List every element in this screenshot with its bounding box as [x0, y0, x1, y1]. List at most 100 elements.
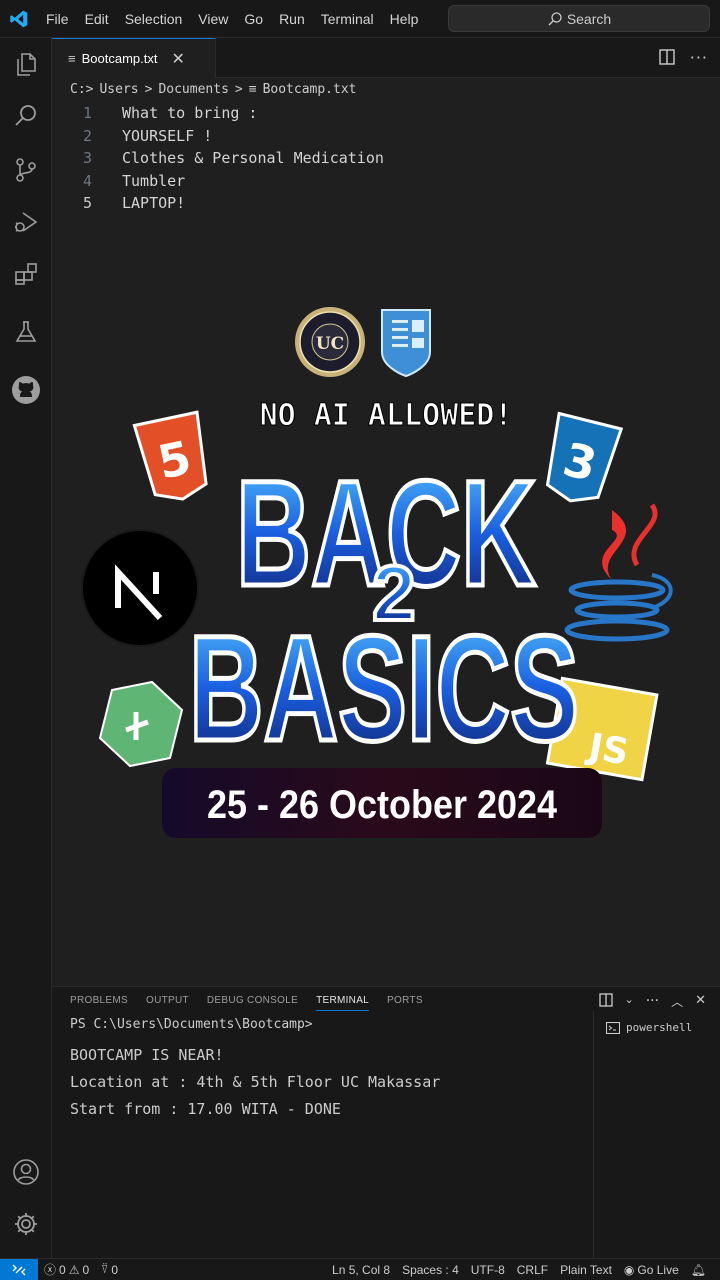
breadcrumb-file[interactable]: Bootcamp.txt	[263, 82, 357, 97]
cursor-position[interactable]: Ln 5, Col 8	[326, 1263, 396, 1277]
tab-ports[interactable]: PORTS	[387, 995, 423, 1011]
terminal-instance-powershell[interactable]: powershell	[606, 1021, 692, 1034]
css3-icon: 3	[545, 411, 624, 503]
menu-go[interactable]: Go	[236, 0, 271, 38]
split-editor-icon[interactable]	[658, 48, 676, 70]
menu-run[interactable]: Run	[271, 0, 313, 38]
terminal-instance-label: powershell	[626, 1021, 693, 1034]
editor-line[interactable]: 2 YOURSELF !	[52, 127, 720, 150]
indentation[interactable]: Spaces : 4	[396, 1263, 465, 1277]
text-file-icon: ≡	[68, 51, 76, 66]
tab-label: Bootcamp.txt	[81, 51, 158, 66]
search-sidebar-icon[interactable]	[8, 98, 44, 134]
line-text: Clothes & Personal Medication	[122, 149, 384, 167]
line-number: 1	[82, 104, 92, 122]
poster-headline: NO AI ALLOWED!	[260, 398, 513, 433]
source-control-icon[interactable]	[8, 152, 44, 188]
search-icon	[548, 11, 562, 25]
tab-terminal[interactable]: TERMINAL	[316, 995, 370, 1011]
run-debug-icon[interactable]	[8, 204, 44, 240]
breadcrumb-users[interactable]: Users	[99, 82, 138, 97]
editor-line[interactable]: 5 LAPTOP!	[52, 194, 720, 217]
breadcrumb-drive[interactable]: C:>	[70, 82, 93, 97]
terminal-line: BOOTCAMP IS NEAR!	[70, 1046, 224, 1064]
menu-bar: File Edit Selection View Go Run Terminal…	[38, 0, 426, 38]
line-text: YOURSELF !	[122, 126, 213, 145]
vscode-logo-icon	[0, 0, 38, 38]
line-number: 5	[82, 194, 92, 212]
java-icon	[564, 503, 673, 642]
line-text: LAPTOP!	[122, 194, 186, 212]
editor-line[interactable]: 3 Clothes & Personal Medication	[52, 149, 720, 172]
title-bar: File Edit Selection View Go Run Terminal…	[0, 0, 720, 38]
tab-debug-console[interactable]: DEBUG CONSOLE	[207, 995, 298, 1011]
seal-text: UC	[316, 334, 344, 354]
line-number: 2	[82, 126, 92, 145]
split-terminal-icon[interactable]	[598, 993, 613, 1011]
nextjs-icon	[81, 529, 199, 647]
editor-line[interactable]: 4 Tumbler	[52, 172, 720, 195]
breadcrumb-separator: >	[144, 82, 153, 97]
menu-edit[interactable]: Edit	[77, 0, 117, 38]
terminal-icon	[606, 1021, 620, 1034]
html5-icon: 5	[132, 410, 208, 501]
chevron-down-icon[interactable]: ⌄	[625, 993, 634, 1011]
go-live-button[interactable]: ◉ Go Live	[618, 1263, 685, 1277]
error-count: 0	[59, 1262, 66, 1277]
breadcrumb-documents[interactable]: Documents	[158, 82, 228, 97]
menu-file[interactable]: File	[38, 0, 77, 38]
tab-bootcamp-txt[interactable]: ≡ Bootcamp.txt ✕	[52, 38, 216, 78]
bootcamp-poster: UC NO AI ALLOWED! 5 3 JS BACK 2 BASICS 2…	[52, 290, 720, 850]
account-icon[interactable]	[8, 1154, 44, 1190]
tab-problems[interactable]: PROBLEMS	[70, 995, 128, 1011]
command-center-search[interactable]: Search	[448, 5, 710, 32]
encoding[interactable]: UTF-8	[465, 1263, 511, 1277]
university-seal-icon: UC	[295, 307, 365, 377]
nodejs-icon	[98, 680, 184, 768]
github-icon[interactable]	[8, 372, 44, 408]
menu-view[interactable]: View	[190, 0, 236, 38]
warning-icon: ⚠	[68, 1262, 80, 1277]
bell-icon[interactable]: 🔔︎	[685, 1263, 712, 1277]
remote-indicator-icon[interactable]	[0, 1258, 38, 1280]
tab-output[interactable]: OUTPUT	[146, 995, 189, 1011]
text-file-icon: ≡	[248, 82, 257, 97]
terminal-output[interactable]: PS C:\Users\Documents\Bootcamp> BOOTCAMP…	[70, 1017, 440, 1123]
terminal-line: Start from : 17.00 WITA - DONE	[70, 1100, 341, 1118]
menu-terminal[interactable]: Terminal	[313, 0, 382, 38]
terminal-prompt: PS C:\Users\Documents\Bootcamp>	[70, 1017, 313, 1032]
menu-selection[interactable]: Selection	[117, 0, 191, 38]
warning-count: 0	[82, 1262, 90, 1277]
problems-status[interactable]: ⓧ 0 ⚠ 0	[38, 1261, 95, 1278]
poster-word-basics: BASICS	[189, 604, 579, 772]
activity-bar	[0, 38, 52, 1258]
maximize-panel-icon[interactable]: ︿	[671, 993, 683, 1011]
close-panel-icon[interactable]: ✕	[695, 993, 706, 1011]
more-actions-icon[interactable]: ···	[646, 993, 659, 1011]
search-label: Search	[566, 10, 612, 27]
testing-icon[interactable]	[8, 314, 44, 350]
more-actions-icon[interactable]: ···	[690, 48, 708, 70]
broadcast-icon: ◉	[623, 1263, 635, 1277]
ports-status[interactable]: ⍢ 0	[95, 1262, 124, 1277]
explorer-icon[interactable]	[8, 46, 44, 82]
editor-line[interactable]: 1 What to bring :	[52, 104, 720, 127]
menu-help[interactable]: Help	[382, 0, 427, 38]
end-of-line[interactable]: CRLF	[511, 1263, 554, 1277]
text-editor[interactable]: 1 What to bring : 2 YOURSELF ! 3 Clothes & …	[52, 104, 720, 217]
language-mode[interactable]: Plain Text	[554, 1263, 618, 1277]
line-text: What to bring :	[122, 104, 258, 122]
line-number: 4	[82, 171, 92, 190]
terminal-list: powershell	[593, 1011, 720, 1259]
go-live-label: Go Live	[637, 1263, 679, 1277]
bottom-panel: PROBLEMS OUTPUT DEBUG CONSOLE TERMINAL P…	[52, 986, 720, 1259]
breadcrumb-separator: >	[234, 82, 243, 97]
poster-date: 25 - 26 October 2024	[207, 783, 558, 827]
gear-icon[interactable]	[8, 1206, 44, 1242]
close-icon[interactable]: ✕	[171, 49, 184, 69]
shield-logo-icon	[381, 309, 431, 378]
line-number: 3	[82, 149, 92, 167]
extensions-icon[interactable]	[8, 256, 44, 292]
breadcrumb: C:> Users > Documents > ≡ Bootcamp.txt	[70, 82, 356, 97]
terminal-line: Location at : 4th & 5th Floor UC Makassa…	[70, 1073, 441, 1091]
